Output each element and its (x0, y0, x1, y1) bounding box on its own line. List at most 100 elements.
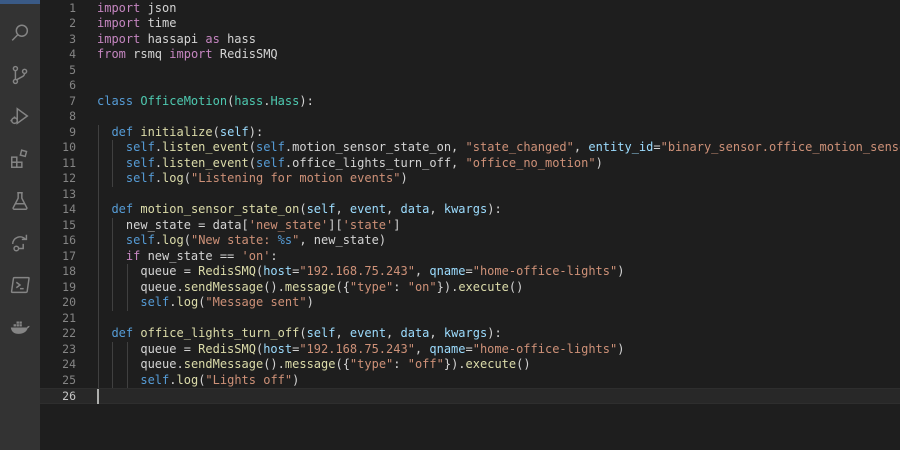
code-line[interactable]: 5 (40, 63, 900, 79)
code-token: self (140, 372, 170, 387)
code-line[interactable]: 17 if new_state == 'on': (40, 248, 900, 264)
code-text: queue = RedisSMQ(host="192.168.75.243", … (97, 342, 624, 358)
code-line[interactable]: 1 import json (40, 1, 900, 17)
code-line[interactable]: 15 new_state = data['new_state']['state'… (40, 217, 900, 233)
code-line[interactable]: 9 def initialize(self): (40, 124, 900, 141)
code-line[interactable]: 10 self.listen_event(self.motion_sensor_… (40, 140, 900, 156)
code-text: self.log("New state: %s", new_state) (97, 233, 386, 249)
code-token: , (414, 264, 430, 278)
code-token: : (393, 279, 408, 294)
line-number: 3 (69, 31, 76, 46)
line-number: 13 (62, 186, 76, 201)
code-token: data (400, 326, 430, 340)
code-token: import (97, 16, 141, 30)
line-number: 14 (62, 202, 76, 216)
code-token: as (205, 31, 220, 46)
remote-explorer-icon[interactable] (0, 228, 40, 258)
code-token: self (306, 326, 336, 340)
code-token: "192.168.75.243" (299, 341, 415, 356)
code-line[interactable]: 23 queue = RedisSMQ(host="192.168.75.243… (40, 341, 900, 358)
code-token: ( (183, 233, 191, 247)
source-control-icon[interactable] (0, 60, 40, 90)
code-line[interactable]: 12 self.log("Listening for motion events… (40, 171, 900, 187)
code-line[interactable]: 6 (40, 78, 900, 94)
code-token: "office_no_motion" (465, 155, 596, 170)
code-token: time (140, 16, 177, 30)
code-token: "binary_sensor.office_motion_sensor" (660, 140, 900, 154)
code-text: def motion_sensor_state_on(self, event, … (97, 202, 502, 218)
code-line[interactable]: 3 import hassapi as hass (40, 32, 900, 48)
line-number: 17 (62, 248, 76, 263)
code-token: ({ (335, 279, 350, 294)
code-token: self (306, 202, 336, 216)
code-line[interactable]: 25 self.log("Lights off") (40, 372, 900, 389)
code-token: 'state' (342, 217, 394, 232)
code-line[interactable]: 7 class OfficeMotion(hass.Hass): (40, 94, 900, 110)
code-text: def initialize(self): (97, 125, 263, 141)
code-token: qname (429, 341, 466, 356)
code-token: host (263, 341, 293, 356)
line-number: 25 (62, 372, 76, 387)
code-token: ) (617, 341, 625, 356)
code-line[interactable]: 13 (40, 186, 900, 202)
code-token: "type" (349, 279, 394, 294)
code-token: : (393, 357, 408, 371)
code-line[interactable]: 8 (40, 109, 900, 125)
code-token: kwargs (443, 202, 488, 216)
code-token: ( (248, 140, 256, 154)
code-token: , (429, 326, 444, 340)
line-number: 26 (62, 389, 76, 403)
code-text: self.log("Lights off") (97, 373, 299, 389)
code-token: .motion_sensor_state_on, (284, 140, 466, 154)
code-token: "192.168.75.243" (299, 264, 415, 278)
code-token: log (162, 171, 184, 185)
code-line[interactable]: 24 queue.sendMessage().message({"type": … (40, 357, 900, 373)
docker-icon[interactable] (0, 312, 40, 342)
code-token: : (270, 248, 278, 263)
run-debug-icon[interactable] (0, 101, 40, 131)
code-token: OfficeMotion (140, 93, 228, 108)
code-token: , (386, 326, 401, 340)
code-token: ) (400, 171, 408, 185)
testing-icon[interactable] (0, 186, 40, 216)
code-token: , (335, 326, 350, 340)
code-token: "Lights off" (205, 372, 293, 387)
line-number: 10 (62, 140, 76, 154)
code-line[interactable]: 16 self.log("New state: %s", new_state) (40, 233, 900, 249)
code-editor[interactable]: 1 import json 2 import time 3 import hassapi … (40, 0, 900, 450)
code-text: queue = RedisSMQ(host="192.168.75.243", … (97, 264, 624, 280)
code-line[interactable]: 2 import time (40, 16, 900, 32)
code-line[interactable]: 11 self.listen_event(self.office_lights_… (40, 155, 900, 171)
code-line[interactable]: 19 queue.sendMessage().message({"type": … (40, 279, 900, 295)
code-line[interactable]: 20 self.log("Message sent") (40, 295, 900, 311)
code-token: ] (393, 217, 401, 232)
code-token: }). (443, 357, 466, 371)
code-line[interactable]: 26 (40, 388, 900, 404)
code-line[interactable]: 21 (40, 310, 900, 326)
code-line[interactable]: 18 queue = RedisSMQ(host="192.168.75.243… (40, 264, 900, 280)
code-token: () (508, 279, 524, 294)
code-line[interactable]: 22 def office_lights_turn_off(self, even… (40, 326, 900, 342)
code-token: . (154, 155, 163, 170)
code-token: ): (487, 202, 502, 216)
code-line[interactable]: 14 def motion_sensor_state_on(self, even… (40, 202, 900, 218)
terminal-icon[interactable] (0, 270, 40, 300)
search-icon[interactable] (0, 18, 40, 48)
code-token: . (169, 295, 177, 309)
code-token: hass (234, 93, 264, 108)
code-token: def (111, 124, 134, 139)
indent-guide (98, 186, 99, 202)
code-token: log (176, 295, 199, 309)
code-line[interactable]: 4 from rsmq import RedisSMQ (40, 47, 900, 63)
code-token: self (219, 124, 249, 139)
extensions-icon[interactable] (0, 144, 40, 174)
line-number: 16 (62, 233, 76, 247)
code-token: "on" (407, 279, 437, 294)
